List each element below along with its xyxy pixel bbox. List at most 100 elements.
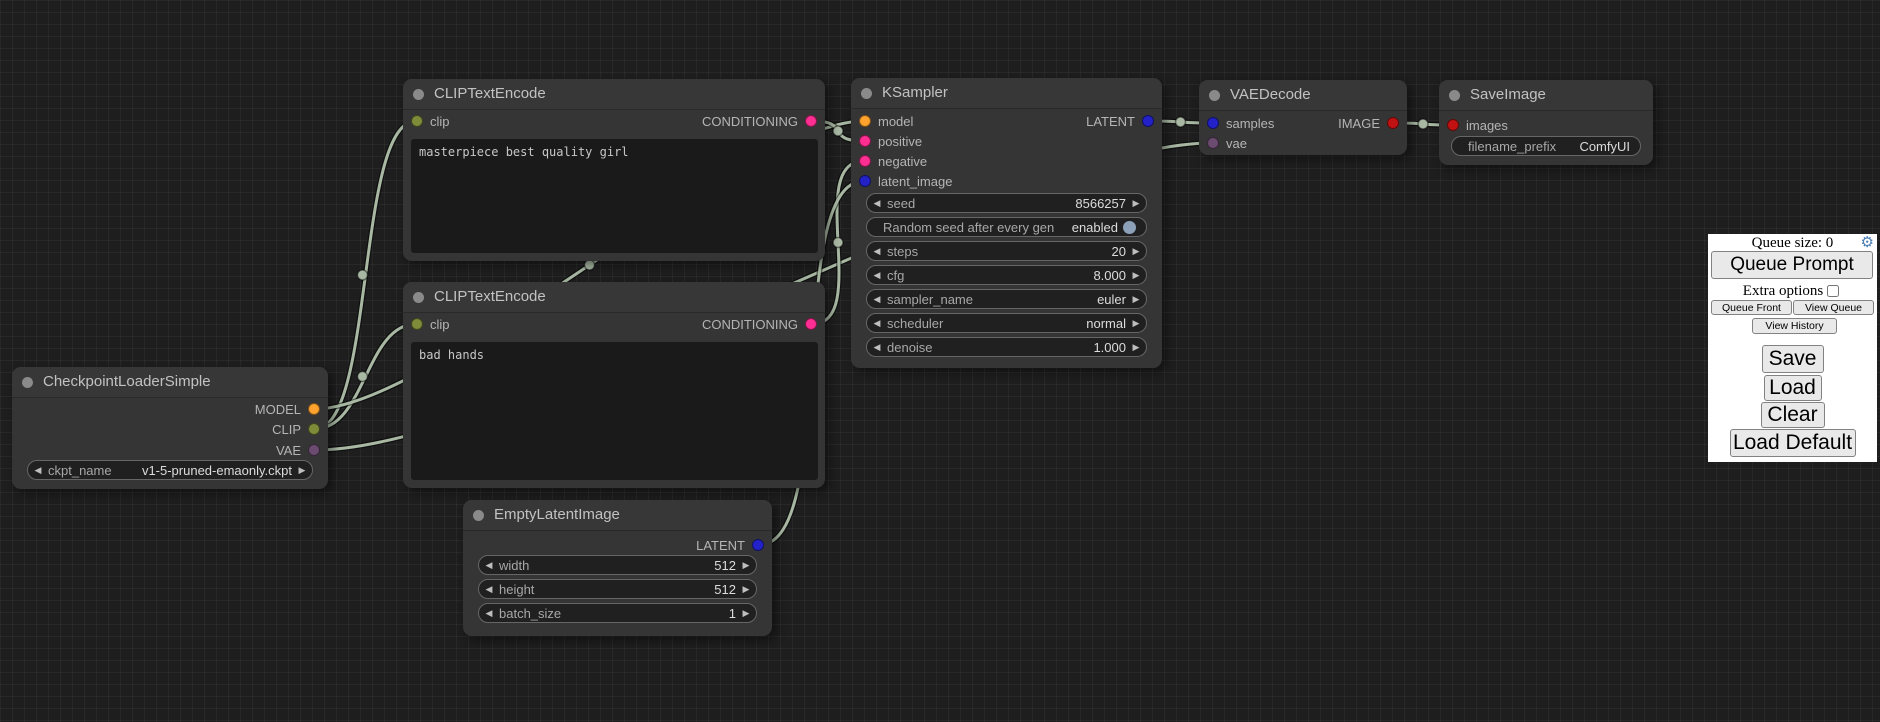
increment-icon[interactable]: ▶ <box>1126 342 1146 353</box>
node-checkpointloadersimple[interactable]: CheckpointLoaderSimple MODEL CLIP VAE ◀ … <box>12 367 328 489</box>
increment-icon[interactable]: ▶ <box>1126 318 1146 329</box>
widget-seed[interactable]: ◀ seed 8566257 ▶ <box>866 193 1147 213</box>
widget-value: 512 <box>529 558 736 573</box>
widget-random-seed[interactable]: Random seed after every gen enabled <box>866 217 1147 237</box>
load-button[interactable]: Load <box>1764 375 1822 401</box>
save-button[interactable]: Save <box>1762 345 1824 373</box>
increment-icon[interactable]: ▶ <box>736 608 756 619</box>
output-slot-conditioning: CONDITIONING <box>403 111 825 131</box>
widget-label: sampler_name <box>887 292 973 307</box>
node-saveimage[interactable]: SaveImage images filename_prefix ComfyUI <box>1439 80 1653 165</box>
widget-label: width <box>499 558 529 573</box>
widget-value: 20 <box>918 244 1126 259</box>
decrement-icon[interactable]: ◀ <box>867 294 887 305</box>
input-dot-images[interactable] <box>1447 119 1459 131</box>
output-dot-model[interactable] <box>308 403 320 415</box>
positive-prompt-textarea[interactable]: masterpiece best quality girl <box>411 139 818 253</box>
increment-icon[interactable]: ▶ <box>1126 198 1146 209</box>
widget-batch-size[interactable]: ◀ batch_size 1 ▶ <box>478 603 757 623</box>
node-collapse-dot-icon[interactable] <box>1209 90 1220 101</box>
increment-icon[interactable]: ▶ <box>1126 294 1146 305</box>
slot-label: CONDITIONING <box>702 317 798 332</box>
decrement-icon[interactable]: ◀ <box>867 318 887 329</box>
node-title-bar[interactable]: CheckpointLoaderSimple <box>12 367 328 398</box>
output-dot-latent[interactable] <box>1142 115 1154 127</box>
node-cliptextencode-negative[interactable]: CLIPTextEncode clip CONDITIONING bad han… <box>403 282 825 488</box>
input-dot-vae[interactable] <box>1207 137 1219 149</box>
node-title: CLIPTextEncode <box>434 79 546 109</box>
decrement-icon[interactable]: ◀ <box>867 342 887 353</box>
increment-icon[interactable]: ▶ <box>736 560 756 571</box>
node-vaedecode[interactable]: VAEDecode samples vae IMAGE <box>1199 80 1407 155</box>
widget-denoise[interactable]: ◀ denoise 1.000 ▶ <box>866 337 1147 357</box>
node-cliptextencode-positive[interactable]: CLIPTextEncode clip CONDITIONING masterp… <box>403 79 825 261</box>
node-title-bar[interactable]: CLIPTextEncode <box>403 282 825 313</box>
slot-label: vae <box>1226 136 1247 151</box>
node-title-bar[interactable]: VAEDecode <box>1199 80 1407 111</box>
link-midpoint-dot <box>358 372 368 382</box>
output-dot-conditioning[interactable] <box>805 318 817 330</box>
widget-label: steps <box>887 244 918 259</box>
widget-label: batch_size <box>499 606 561 621</box>
slot-label: images <box>1466 118 1508 133</box>
node-ksampler[interactable]: KSampler model positive negative latent_… <box>851 78 1162 368</box>
widget-height[interactable]: ◀ height 512 ▶ <box>478 579 757 599</box>
node-collapse-dot-icon[interactable] <box>413 292 424 303</box>
node-title-bar[interactable]: KSampler <box>851 78 1162 109</box>
decrement-icon[interactable]: ◀ <box>479 584 499 595</box>
widget-value: 1 <box>561 606 736 621</box>
node-collapse-dot-icon[interactable] <box>413 89 424 100</box>
node-title-bar[interactable]: SaveImage <box>1439 80 1653 111</box>
node-collapse-dot-icon[interactable] <box>473 510 484 521</box>
increment-icon[interactable]: ▶ <box>1126 270 1146 281</box>
node-title-bar[interactable]: CLIPTextEncode <box>403 79 825 110</box>
decrement-icon[interactable]: ◀ <box>867 246 887 257</box>
input-dot-positive[interactable] <box>859 135 871 147</box>
widget-value: normal <box>943 316 1126 331</box>
increment-icon[interactable]: ▶ <box>292 465 312 476</box>
input-dot-latent-image[interactable] <box>859 175 871 187</box>
widget-label: ckpt_name <box>48 463 112 478</box>
slot-label: latent_image <box>878 174 952 189</box>
output-dot-conditioning[interactable] <box>805 115 817 127</box>
widget-sampler-name[interactable]: ◀ sampler_name euler ▶ <box>866 289 1147 309</box>
load-default-button[interactable]: Load Default <box>1730 429 1856 457</box>
output-dot-latent[interactable] <box>752 539 764 551</box>
view-history-button[interactable]: View History <box>1752 318 1837 334</box>
widget-label: seed <box>887 196 915 211</box>
widget-ckpt-name[interactable]: ◀ ckpt_name v1-5-pruned-emaonly.ckpt ▶ <box>27 460 313 480</box>
view-queue-button[interactable]: View Queue <box>1793 300 1874 315</box>
output-dot-clip[interactable] <box>308 423 320 435</box>
output-dot-image[interactable] <box>1387 117 1399 129</box>
node-graph-canvas[interactable]: CheckpointLoaderSimple MODEL CLIP VAE ◀ … <box>0 0 1880 722</box>
widget-steps[interactable]: ◀ steps 20 ▶ <box>866 241 1147 261</box>
increment-icon[interactable]: ▶ <box>736 584 756 595</box>
negative-prompt-textarea[interactable]: bad hands <box>411 342 818 480</box>
queue-front-button[interactable]: Queue Front <box>1711 300 1792 315</box>
node-title-bar[interactable]: EmptyLatentImage <box>463 500 772 531</box>
node-emptylatentimage[interactable]: EmptyLatentImage LATENT ◀ width 512 ▶ ◀ … <box>463 500 772 636</box>
decrement-icon[interactable]: ◀ <box>867 198 887 209</box>
decrement-icon[interactable]: ◀ <box>479 560 499 571</box>
decrement-icon[interactable]: ◀ <box>867 270 887 281</box>
clear-button[interactable]: Clear <box>1761 402 1825 428</box>
link-checkpoint-clip-to-negative-encoder <box>315 324 416 429</box>
extra-options-checkbox[interactable] <box>1827 285 1839 297</box>
input-dot-negative[interactable] <box>859 155 871 167</box>
decrement-icon[interactable]: ◀ <box>28 465 48 476</box>
widget-scheduler[interactable]: ◀ scheduler normal ▶ <box>866 313 1147 333</box>
toggle-on-icon[interactable] <box>1123 221 1136 234</box>
slot-label: IMAGE <box>1338 116 1380 131</box>
widget-filename-prefix[interactable]: filename_prefix ComfyUI <box>1451 136 1641 156</box>
widget-cfg[interactable]: ◀ cfg 8.000 ▶ <box>866 265 1147 285</box>
node-collapse-dot-icon[interactable] <box>1449 90 1460 101</box>
node-collapse-dot-icon[interactable] <box>861 88 872 99</box>
increment-icon[interactable]: ▶ <box>1126 246 1146 257</box>
output-dot-vae[interactable] <box>308 444 320 456</box>
widget-width[interactable]: ◀ width 512 ▶ <box>478 555 757 575</box>
settings-gear-icon[interactable]: ⚙ <box>1861 235 1874 250</box>
queue-prompt-button[interactable]: Queue Prompt <box>1711 251 1873 279</box>
decrement-icon[interactable]: ◀ <box>479 608 499 619</box>
link-midpoint-dot <box>1418 119 1428 129</box>
node-collapse-dot-icon[interactable] <box>22 377 33 388</box>
